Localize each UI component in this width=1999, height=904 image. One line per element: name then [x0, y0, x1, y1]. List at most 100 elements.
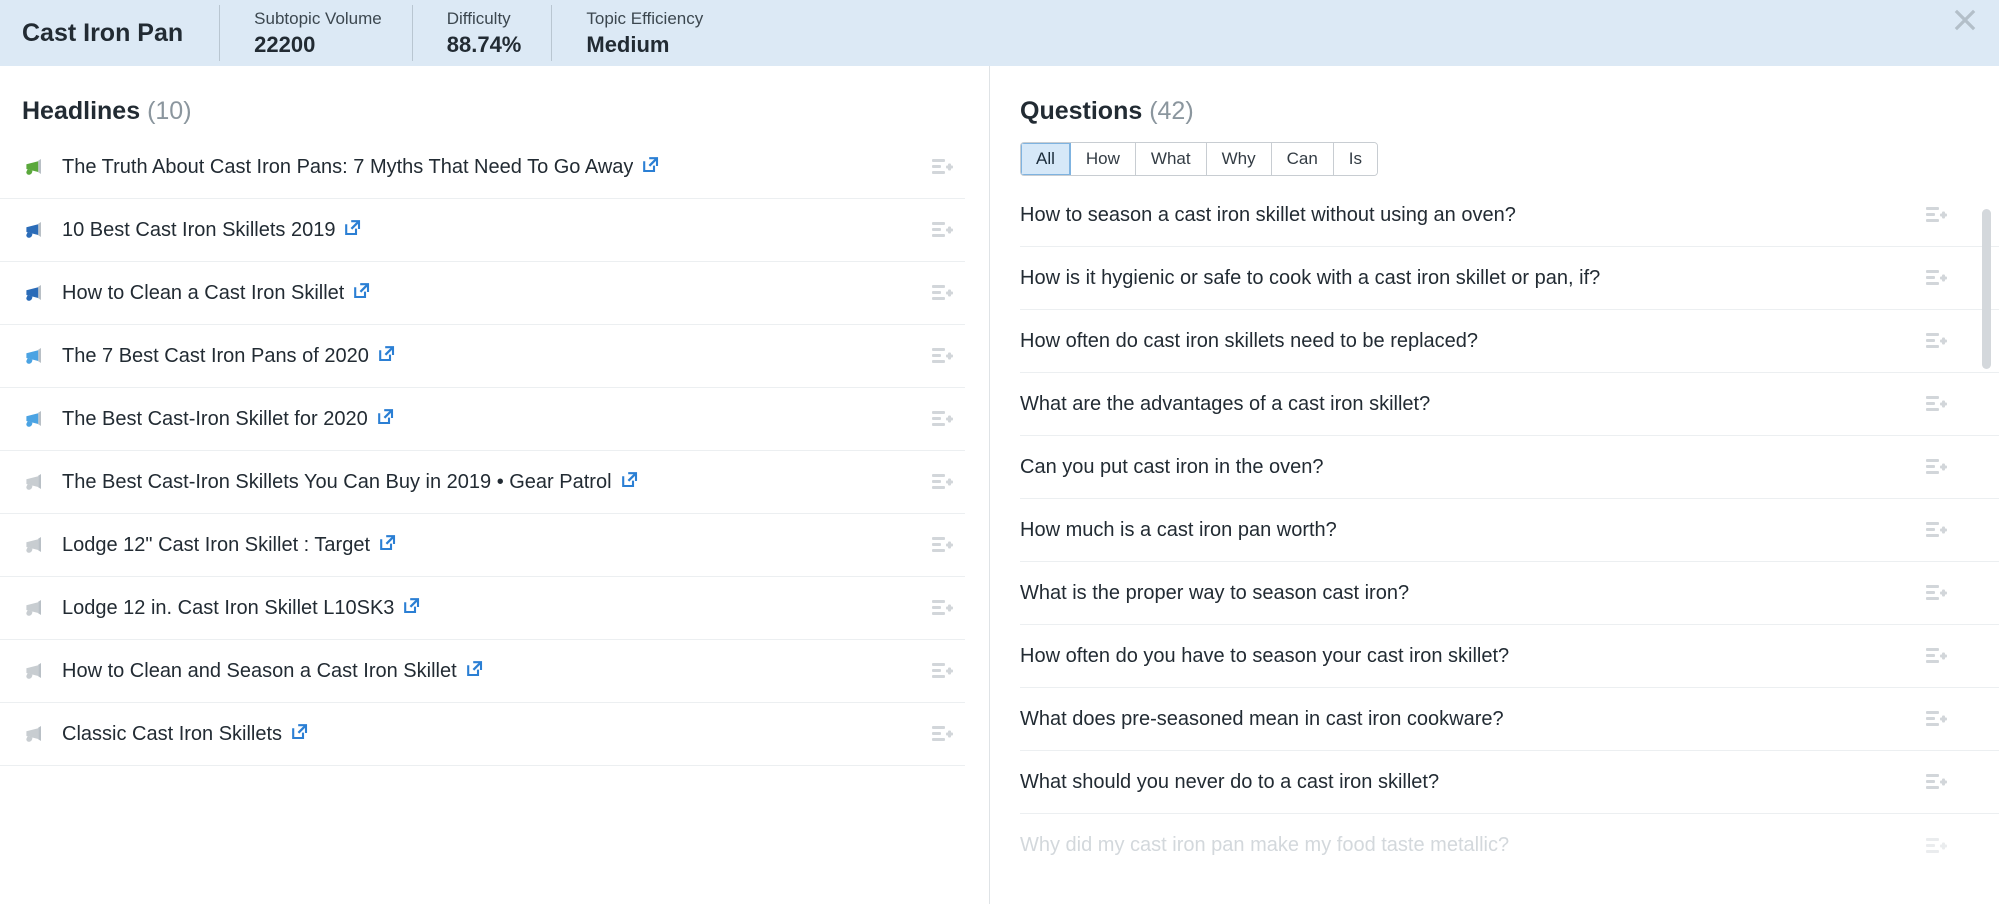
add-to-list-button[interactable]: [1923, 268, 1949, 288]
question-row[interactable]: What is the proper way to season cast ir…: [1020, 562, 1999, 625]
headlines-list: The Truth About Cast Iron Pans: 7 Myths …: [0, 136, 965, 766]
question-row[interactable]: How often do cast iron skillets need to …: [1020, 310, 1999, 373]
add-to-list-button[interactable]: [1923, 520, 1949, 540]
add-to-list-icon: [1926, 459, 1947, 474]
metric-value: Medium: [586, 32, 670, 57]
add-to-list-button[interactable]: [929, 409, 955, 429]
headline-row[interactable]: How to Clean a Cast Iron Skillet: [0, 262, 965, 325]
headline-row[interactable]: The Truth About Cast Iron Pans: 7 Myths …: [0, 136, 965, 199]
external-link-icon[interactable]: [377, 408, 394, 430]
question-row[interactable]: What does pre-seasoned mean in cast iron…: [1020, 688, 1999, 751]
question-tab-how[interactable]: How: [1070, 143, 1136, 175]
metric-label: Difficulty: [446, 9, 511, 28]
headline-row[interactable]: The Best Cast-Iron Skillet for 2020: [0, 388, 965, 451]
metric-label: Topic Efficiency: [586, 9, 704, 28]
headline-row[interactable]: The 7 Best Cast Iron Pans of 2020: [0, 325, 965, 388]
add-to-list-button[interactable]: [1923, 836, 1949, 856]
headline-row[interactable]: Lodge 12" Cast Iron Skillet : Target: [0, 514, 965, 577]
headline-rank-icon: [22, 344, 48, 368]
headline-rank-icon: [22, 155, 48, 179]
add-to-list-button[interactable]: [1923, 205, 1949, 225]
add-to-list-button[interactable]: [929, 661, 955, 681]
question-row[interactable]: What should you never do to a cast iron …: [1020, 751, 1999, 814]
megaphone-icon: [26, 159, 41, 175]
external-link-icon[interactable]: [344, 219, 361, 241]
question-row[interactable]: What are the advantages of a cast iron s…: [1020, 373, 1999, 436]
question-text: How often do you have to season your cas…: [1020, 644, 1510, 667]
page-title: Cast Iron Pan: [22, 18, 184, 47]
megaphone-icon: [26, 663, 41, 679]
headlines-count: (10): [147, 97, 192, 125]
question-row[interactable]: Why did my cast iron pan make my food ta…: [1020, 814, 1999, 877]
add-to-list-button[interactable]: [1923, 709, 1949, 729]
headline-row[interactable]: How to Clean and Season a Cast Iron Skil…: [0, 640, 965, 703]
questions-heading: Questions (42): [1020, 66, 1999, 128]
headline-row[interactable]: Lodge 12 in. Cast Iron Skillet L10SK3: [0, 577, 965, 640]
close-button[interactable]: [1945, 0, 1985, 40]
questions-count: (42): [1149, 97, 1194, 125]
question-tab-why[interactable]: Why: [1206, 143, 1272, 175]
add-to-list-icon: [932, 222, 953, 237]
question-tab-all[interactable]: All: [1021, 143, 1071, 175]
add-to-list-button[interactable]: [1923, 583, 1949, 603]
add-to-list-icon: [932, 537, 953, 552]
headline-row[interactable]: The Best Cast-Iron Skillets You Can Buy …: [0, 451, 965, 514]
external-link-icon[interactable]: [379, 534, 396, 556]
add-to-list-button[interactable]: [929, 283, 955, 303]
add-to-list-button[interactable]: [1923, 394, 1949, 414]
headline-text: 10 Best Cast Iron Skillets 2019: [62, 218, 336, 241]
external-link-icon[interactable]: [291, 723, 308, 745]
add-to-list-button[interactable]: [929, 472, 955, 492]
question-row[interactable]: Can you put cast iron in the oven?: [1020, 436, 1999, 499]
add-to-list-icon: [932, 726, 953, 741]
metric-value: 22200: [254, 32, 316, 57]
headlines-heading: Headlines (10): [0, 66, 965, 128]
question-text: What should you never do to a cast iron …: [1020, 770, 1440, 793]
external-link-icon[interactable]: [353, 282, 370, 304]
add-to-list-icon: [1926, 333, 1947, 348]
add-to-list-button[interactable]: [929, 346, 955, 366]
headline-row[interactable]: Classic Cast Iron Skillets: [0, 703, 965, 766]
question-row[interactable]: How much is a cast iron pan worth?: [1020, 499, 1999, 562]
question-row[interactable]: How to season a cast iron skillet withou…: [1020, 184, 1999, 247]
questions-panel: Questions (42) All How What Why Can Is How to…: [990, 66, 1999, 904]
external-link-icon[interactable]: [642, 156, 659, 178]
megaphone-icon: [26, 411, 41, 427]
headline-text: Classic Cast Iron Skillets: [62, 722, 283, 745]
question-tab-is[interactable]: Is: [1333, 143, 1378, 175]
headline-text: Lodge 12 in. Cast Iron Skillet L10SK3: [62, 596, 395, 619]
external-link-icon[interactable]: [378, 345, 395, 367]
add-to-list-button[interactable]: [929, 598, 955, 618]
add-to-list-button[interactable]: [1923, 457, 1949, 477]
headline-rank-icon: [22, 470, 48, 494]
question-text: Can you put cast iron in the oven?: [1020, 455, 1324, 478]
question-row[interactable]: How often do you have to season your cas…: [1020, 625, 1999, 688]
question-text: How to season a cast iron skillet withou…: [1020, 203, 1516, 226]
external-link-icon[interactable]: [621, 471, 638, 493]
question-text: What is the proper way to season cast ir…: [1020, 581, 1410, 604]
add-to-list-button[interactable]: [1923, 646, 1949, 666]
external-link-icon[interactable]: [403, 597, 420, 619]
add-to-list-button[interactable]: [1923, 772, 1949, 792]
question-tab-what[interactable]: What: [1135, 143, 1207, 175]
questions-scrollbar[interactable]: [1982, 209, 1991, 369]
external-link-icon[interactable]: [466, 660, 483, 682]
question-row[interactable]: How is it hygienic or safe to cook with …: [1020, 247, 1999, 310]
add-to-list-button[interactable]: [1923, 331, 1949, 351]
headline-rank-icon: [22, 596, 48, 620]
add-to-list-button[interactable]: [929, 724, 955, 744]
add-to-list-button[interactable]: [929, 157, 955, 177]
add-to-list-icon: [932, 663, 953, 678]
megaphone-icon: [26, 285, 41, 301]
question-filter-tabs[interactable]: All How What Why Can Is: [1020, 142, 1379, 176]
question-tab-can[interactable]: Can: [1271, 143, 1334, 175]
headline-row[interactable]: 10 Best Cast Iron Skillets 2019: [0, 199, 965, 262]
headline-rank-icon: [22, 218, 48, 242]
add-to-list-icon: [1926, 711, 1947, 726]
add-to-list-button[interactable]: [929, 220, 955, 240]
headline-text: How to Clean a Cast Iron Skillet: [62, 281, 345, 304]
add-to-list-button[interactable]: [929, 535, 955, 555]
headline-rank-icon: [22, 659, 48, 683]
add-to-list-icon: [1926, 648, 1947, 663]
add-to-list-icon: [1926, 207, 1947, 222]
